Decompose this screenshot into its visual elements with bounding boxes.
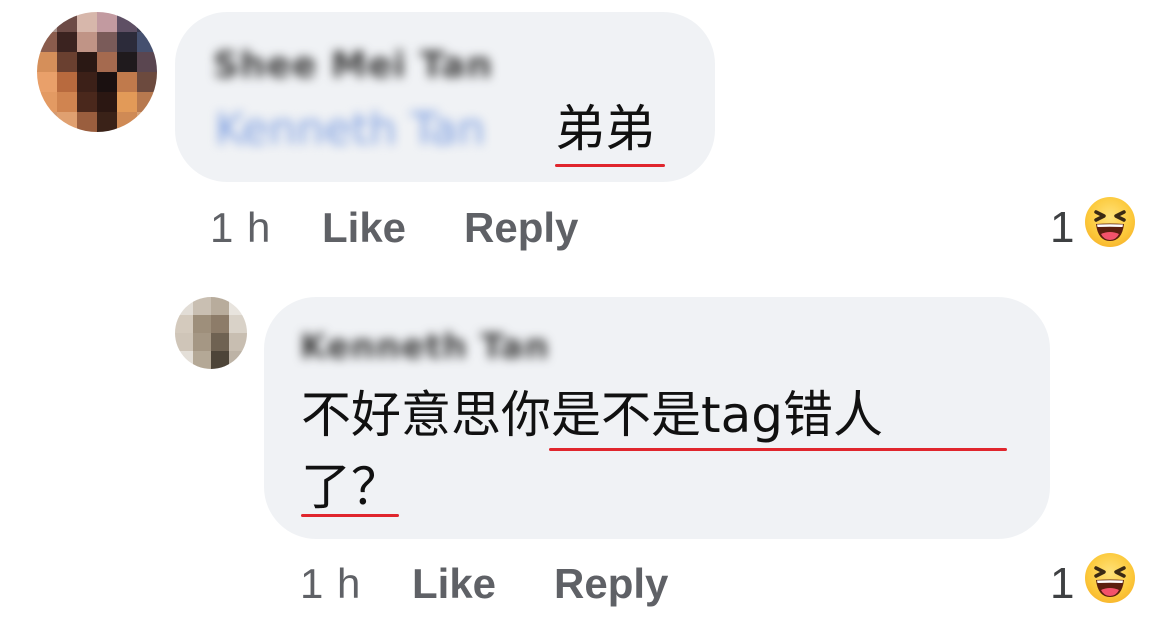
like-button[interactable]: Like: [412, 560, 496, 608]
comment-text-line2: 了？: [301, 458, 401, 516]
avatar[interactable]: [175, 297, 247, 369]
text-underline: [301, 514, 399, 517]
comment-text-line1: 不好意思你是不是tag错人: [301, 386, 883, 444]
text-underline: [555, 164, 665, 167]
comment-bubble[interactable]: Shee Mei Tan Kenneth Tan 弟弟: [175, 12, 715, 182]
comment-time[interactable]: 1 h: [210, 204, 271, 252]
reply-button[interactable]: Reply: [554, 560, 668, 608]
reply-button[interactable]: Reply: [464, 204, 578, 252]
like-button[interactable]: Like: [322, 204, 406, 252]
comment-author[interactable]: Kenneth Tan: [300, 325, 550, 369]
comment-time[interactable]: 1 h: [300, 560, 361, 608]
reaction-count[interactable]: 1: [1050, 560, 1074, 608]
haha-emoji-icon[interactable]: [1085, 197, 1135, 247]
comment-author[interactable]: Shee Mei Tan: [213, 44, 493, 88]
haha-emoji-icon[interactable]: [1085, 553, 1135, 603]
text-underline: [549, 448, 1007, 451]
reaction-count[interactable]: 1: [1050, 204, 1074, 252]
reply-bubble[interactable]: Kenneth Tan 不好意思你是不是tag错人 了？: [264, 297, 1050, 539]
avatar[interactable]: [37, 12, 157, 132]
mention-tag[interactable]: Kenneth Tan: [215, 104, 485, 156]
comment-text: 弟弟: [555, 100, 655, 158]
